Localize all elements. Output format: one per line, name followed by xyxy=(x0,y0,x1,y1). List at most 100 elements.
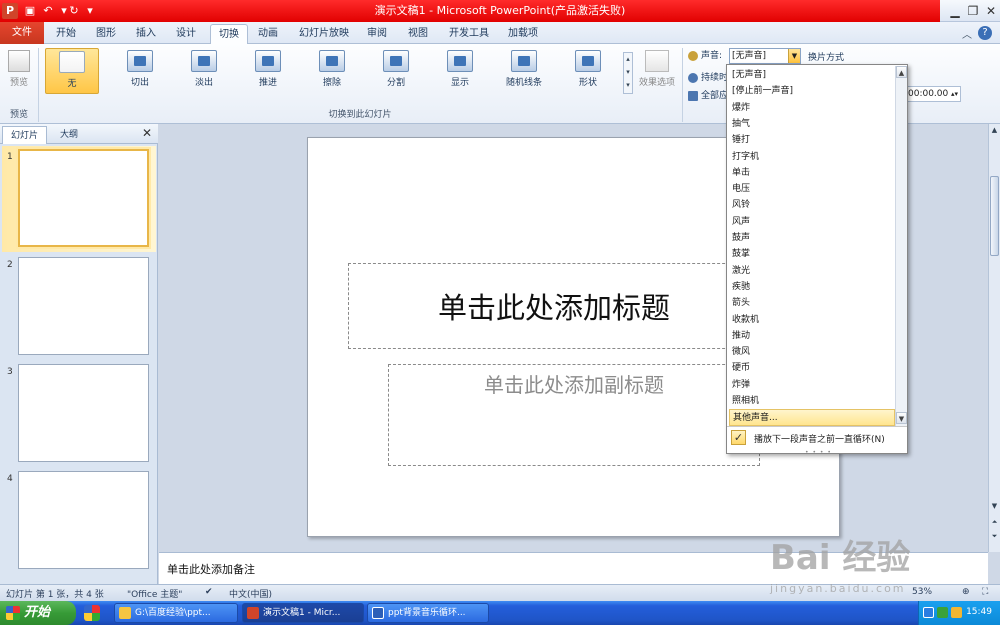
transition-fade[interactable]: 淡出 xyxy=(177,48,231,94)
tab-insert[interactable]: 插入 xyxy=(128,24,164,44)
sound-option[interactable]: [停止前一声音] xyxy=(729,83,895,100)
sound-select[interactable]: [无声音] ▼ xyxy=(729,48,801,64)
transition-label: 淡出 xyxy=(194,78,213,88)
scroll-up-icon[interactable]: ▲ xyxy=(989,124,1000,136)
resize-grip-icon[interactable]: • • • • xyxy=(805,449,832,456)
task-label: ppt背景音乐循环... xyxy=(388,608,466,618)
slide-thumbnail-1[interactable] xyxy=(18,149,149,247)
slide-thumbnail-3[interactable] xyxy=(18,364,149,462)
tab-outline[interactable]: 大纲 xyxy=(52,126,86,144)
loop-checkbox[interactable]: ✓ xyxy=(731,430,746,445)
undo-icon[interactable]: ↶ xyxy=(40,3,56,19)
switch-mode-label: 换片方式 xyxy=(808,53,845,63)
quick-launch-icon[interactable] xyxy=(84,605,100,621)
slide-thumbnail-4[interactable] xyxy=(18,471,149,569)
sound-option[interactable]: 微风 xyxy=(729,344,895,361)
subtitle-placeholder-text: 单击此处添加副标题 xyxy=(484,373,664,397)
sound-option[interactable]: 抽气 xyxy=(729,116,895,133)
vertical-scrollbar[interactable]: ▲ ▼ ⏶ ⏷ xyxy=(988,124,1000,552)
close-icon[interactable]: ✕ xyxy=(980,2,1000,20)
sound-option[interactable]: 箭头 xyxy=(729,295,895,312)
transition-gallery-scroll[interactable]: ▴ ▾ ▾ xyxy=(623,52,633,94)
sound-option[interactable]: 推动 xyxy=(729,328,895,345)
folder-icon xyxy=(119,607,131,619)
sound-option[interactable]: 鼓声 xyxy=(729,230,895,247)
transition-random-bars-icon xyxy=(511,50,537,72)
sound-option[interactable]: 炸弹 xyxy=(729,377,895,394)
sound-option[interactable]: 其他声音... xyxy=(729,409,895,426)
apply-all-label: 全部应 xyxy=(701,91,729,101)
sound-option[interactable]: 风声 xyxy=(729,214,895,231)
effect-options-button[interactable]: 效果选项 xyxy=(637,48,677,94)
sound-option[interactable]: 疾驰 xyxy=(729,279,895,296)
transition-shape[interactable]: 形状 xyxy=(561,48,615,94)
slides-pane: 幻灯片 大纲 ✕ 1 2 3 4 xyxy=(0,124,158,584)
apply-all-icon xyxy=(688,90,698,101)
sound-list-scrollbar[interactable]: ▲ ▼ xyxy=(895,66,907,426)
transition-wipe-icon xyxy=(319,50,345,72)
save-icon[interactable]: ▣ xyxy=(22,3,38,19)
tab-view[interactable]: 视图 xyxy=(400,24,436,44)
task-label: 演示文稿1 - Micr... xyxy=(263,608,341,618)
transition-label: 切出 xyxy=(130,78,149,88)
chevron-down-icon[interactable]: ▼ xyxy=(788,49,800,63)
dropdown-separator xyxy=(727,426,907,427)
taskbar-item-explorer[interactable]: G:\百度经验\ppt... xyxy=(114,603,238,623)
transition-wipe[interactable]: 擦除 xyxy=(305,48,359,94)
scroll-down-icon[interactable]: ▼ xyxy=(896,412,907,424)
tab-animations[interactable]: 动画 xyxy=(250,24,286,44)
redo-icon[interactable]: ↻ xyxy=(66,3,82,19)
taskbar-item-word[interactable]: ppt背景音乐循环... xyxy=(367,603,489,623)
tab-file[interactable]: 文件 xyxy=(0,22,44,44)
sound-option[interactable]: 收款机 xyxy=(729,312,895,329)
spellcheck-icon[interactable]: ✔ xyxy=(205,587,213,597)
sound-option[interactable]: [无声音] xyxy=(729,67,895,84)
tab-slides[interactable]: 幻灯片 xyxy=(2,126,48,144)
start-button[interactable]: 开始 xyxy=(0,601,76,625)
theme-name[interactable]: "Office 主题" xyxy=(127,587,182,600)
tab-shapes[interactable]: 图形 xyxy=(88,24,124,44)
slide-thumbnail-2[interactable] xyxy=(18,257,149,355)
apply-all-button[interactable]: 全部应 xyxy=(688,88,728,104)
sound-option[interactable]: 打字机 xyxy=(729,149,895,166)
tab-addins[interactable]: 加载项 xyxy=(500,24,546,44)
help-icon[interactable]: ? xyxy=(978,26,992,40)
transition-push[interactable]: 推进 xyxy=(241,48,295,94)
sound-option[interactable]: 风铃 xyxy=(729,197,895,214)
sound-option[interactable]: 照相机 xyxy=(729,393,895,410)
preview-button[interactable]: 预览 xyxy=(4,48,34,94)
powerpoint-logo-icon[interactable]: P xyxy=(2,3,18,19)
previous-slide-icon[interactable]: ⏶ xyxy=(989,516,1000,528)
loop-until-next-option[interactable]: ✓ 播放下一段声音之前一直循环(N) xyxy=(727,429,907,447)
transition-cut[interactable]: 切出 xyxy=(113,48,167,94)
customize-toolbar-icon[interactable]: ▾ xyxy=(82,3,98,19)
transition-random-bars[interactable]: 随机线条 xyxy=(497,48,551,94)
sound-option[interactable]: 锤打 xyxy=(729,132,895,149)
spinner-icon[interactable]: ▴▾ xyxy=(951,87,958,101)
sound-option[interactable]: 电压 xyxy=(729,181,895,198)
sound-option[interactable]: 硬币 xyxy=(729,360,895,377)
scroll-down-icon[interactable]: ▼ xyxy=(989,500,1000,512)
transition-split[interactable]: 分割 xyxy=(369,48,423,94)
sound-option[interactable]: 单击 xyxy=(729,165,895,182)
transition-label: 分割 xyxy=(386,78,405,88)
sound-option[interactable]: 鼓掌 xyxy=(729,246,895,263)
sound-option[interactable]: 激光 xyxy=(729,263,895,280)
tab-home[interactable]: 开始 xyxy=(48,24,84,44)
transition-none[interactable]: 无 xyxy=(45,48,99,94)
watermark-url: jingyan.baidu.com xyxy=(770,582,906,595)
collapse-ribbon-icon[interactable]: ︿ xyxy=(962,26,972,41)
scroll-up-icon[interactable]: ▲ xyxy=(896,66,907,78)
tab-transitions[interactable]: 切换 xyxy=(210,24,248,45)
transition-reveal[interactable]: 显示 xyxy=(433,48,487,94)
taskbar-item-powerpoint[interactable]: 演示文稿1 - Micr... xyxy=(242,603,364,623)
scrollbar-thumb[interactable] xyxy=(990,176,999,256)
language[interactable]: 中文(中国) xyxy=(229,587,272,600)
tab-design[interactable]: 设计 xyxy=(168,24,204,44)
sound-option[interactable]: 爆炸 xyxy=(729,100,895,117)
tab-review[interactable]: 审阅 xyxy=(359,24,395,44)
tab-developer[interactable]: 开发工具 xyxy=(441,24,497,44)
advance-time-input[interactable]: 00:00.00 ▴▾ xyxy=(905,86,961,102)
tab-slideshow[interactable]: 幻灯片放映 xyxy=(291,24,357,44)
close-pane-icon[interactable]: ✕ xyxy=(142,126,152,140)
